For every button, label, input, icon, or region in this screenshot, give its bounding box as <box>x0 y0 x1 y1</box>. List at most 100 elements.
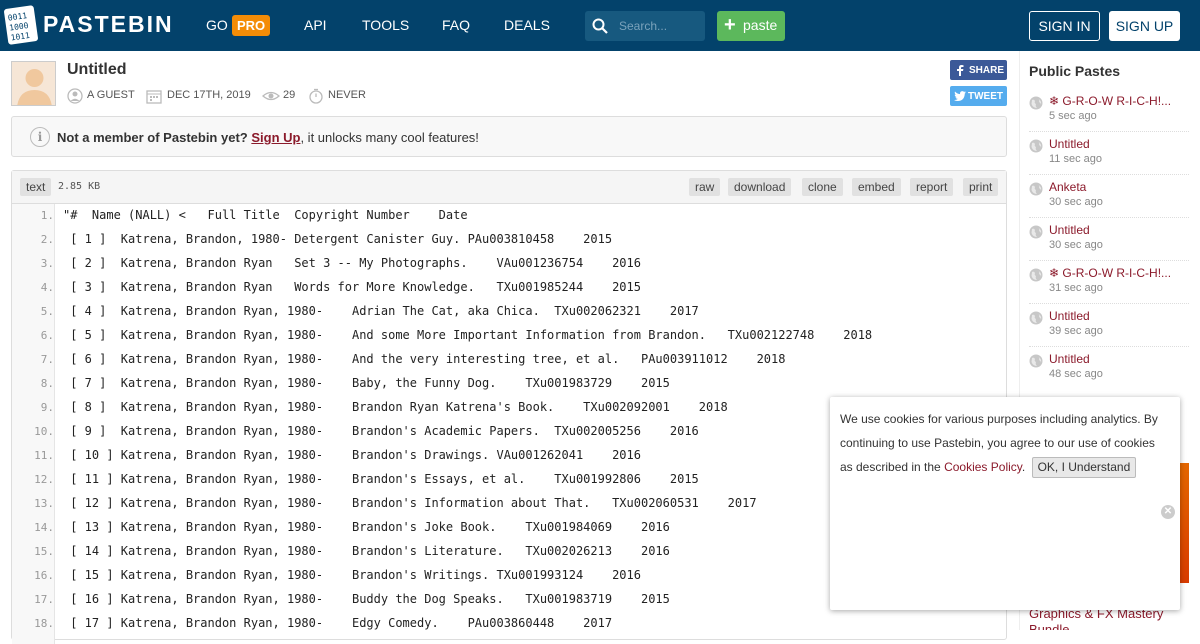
line-number: 13. <box>34 497 54 510</box>
nav-faq[interactable]: FAQ <box>442 17 470 33</box>
print-button[interactable]: print <box>963 178 999 196</box>
line-number: 17. <box>34 593 54 606</box>
code-line: [ 15 ] Katrena, Brandon Ryan, 1980- Bran… <box>63 568 641 582</box>
public-paste-item[interactable]: Untitled 39 sec ago <box>1029 307 1189 350</box>
syntax-tag[interactable]: text <box>20 178 52 196</box>
notice-text: Not a member of Pastebin yet? Sign Up, i… <box>57 130 479 145</box>
list-divider <box>1029 303 1189 304</box>
code-line: [ 7 ] Katrena, Brandon Ryan, 1980- Baby,… <box>63 376 670 390</box>
line-number: 9. <box>40 401 54 414</box>
top-header: 0011 1000 1011 PASTEBIN GO PRO API TOOLS… <box>0 0 1200 51</box>
timer-icon <box>309 88 323 104</box>
search-icon <box>592 18 608 34</box>
public-paste-time: 11 sec ago <box>1049 153 1103 165</box>
code-line: [ 6 ] Katrena, Brandon Ryan, 1980- And t… <box>63 352 786 366</box>
code-toolbar: text 2.85 KB raw download clone embed re… <box>12 171 1006 204</box>
new-paste-button[interactable]: + paste <box>717 11 785 41</box>
user-icon <box>67 88 83 104</box>
public-paste-item[interactable]: Untitled 48 sec ago <box>1029 350 1189 393</box>
line-number: 1. <box>40 209 54 222</box>
nav-pro-badge[interactable]: PRO <box>232 15 271 36</box>
line-number: 18. <box>34 617 54 630</box>
globe-icon <box>1029 96 1043 110</box>
public-paste-time: 30 sec ago <box>1049 239 1103 251</box>
paste-date: DEC 17TH, 2019 <box>167 89 251 101</box>
line-number: 12. <box>34 473 54 486</box>
public-paste-name[interactable]: ❄ G-R-O-W R-I-C-H!... <box>1049 94 1171 108</box>
guest-avatar <box>11 61 56 106</box>
public-paste-name[interactable]: Untitled <box>1049 309 1090 323</box>
brand-name[interactable]: PASTEBIN <box>43 11 174 38</box>
notice-signup-link[interactable]: Sign Up <box>251 130 300 145</box>
embed-button[interactable]: embed <box>852 178 901 196</box>
line-number: 2. <box>40 233 54 246</box>
search-input[interactable]: Search... <box>619 19 667 33</box>
globe-icon <box>1029 311 1043 325</box>
public-paste-item[interactable]: Untitled 11 sec ago <box>1029 135 1189 178</box>
public-paste-item[interactable]: Untitled 30 sec ago <box>1029 221 1189 264</box>
public-paste-name[interactable]: Untitled <box>1049 223 1090 237</box>
code-line: [ 5 ] Katrena, Brandon Ryan, 1980- And s… <box>63 328 873 342</box>
nav-go[interactable]: GO <box>206 17 228 33</box>
public-paste-name[interactable]: ❄ G-R-O-W R-I-C-H!... <box>1049 266 1171 280</box>
code-line: [ 1 ] Katrena, Brandon, 1980- Detergent … <box>63 232 613 246</box>
code-line: [ 16 ] Katrena, Brandon Ryan, 1980- Budd… <box>63 592 670 606</box>
code-line: [ 13 ] Katrena, Brandon Ryan, 1980- Bran… <box>63 520 670 534</box>
notice-prefix: Not a member of Pastebin yet? <box>57 130 248 145</box>
download-button[interactable]: download <box>728 178 792 196</box>
notice-suffix: , it unlocks many cool features! <box>300 130 479 145</box>
line-number: 5. <box>40 305 54 318</box>
line-number: 14. <box>34 521 54 534</box>
nav-tools[interactable]: TOOLS <box>362 17 409 33</box>
code-line: [ 10 ] Katrena, Brandon Ryan, 1980- Bran… <box>63 448 641 462</box>
public-paste-name[interactable]: Untitled <box>1049 137 1090 151</box>
public-paste-name[interactable]: Anketa <box>1049 180 1086 194</box>
twitter-tweet-button[interactable]: TWEET <box>950 86 1007 106</box>
info-icon: i <box>30 127 50 147</box>
public-paste-item[interactable]: ❄ G-R-O-W R-I-C-H!... 5 sec ago <box>1029 92 1189 135</box>
sign-up-button[interactable]: SIGN UP <box>1109 11 1180 41</box>
sign-in-button[interactable]: SIGN IN <box>1029 11 1100 41</box>
facebook-icon <box>957 65 964 76</box>
paste-author[interactable]: A GUEST <box>87 89 135 101</box>
pastebin-logo-icon[interactable]: 0011 1000 1011 <box>4 5 38 45</box>
public-paste-item[interactable]: ❄ G-R-O-W R-I-C-H!... 31 sec ago <box>1029 264 1189 307</box>
plus-icon: + <box>724 14 736 36</box>
nav-deals[interactable]: DEALS <box>504 17 550 33</box>
list-divider <box>1029 131 1189 132</box>
public-paste-name[interactable]: Untitled <box>1049 352 1090 366</box>
globe-icon <box>1029 182 1043 196</box>
share-label: SHARE <box>969 65 1005 76</box>
tweet-label: TWEET <box>968 91 1003 102</box>
search-box[interactable]: Search... <box>585 11 705 41</box>
code-line: [ 17 ] Katrena, Brandon Ryan, 1980- Edgy… <box>63 616 613 630</box>
paste-title: Untitled <box>67 61 127 78</box>
public-paste-item[interactable]: Anketa 30 sec ago <box>1029 178 1189 221</box>
line-number: 3. <box>40 257 54 270</box>
line-number: 6. <box>40 329 54 342</box>
nav-api[interactable]: API <box>304 17 327 33</box>
code-line: [ 8 ] Katrena, Brandon Ryan, 1980- Brand… <box>63 400 728 414</box>
close-icon[interactable]: ✕ <box>1161 505 1175 519</box>
code-line: [ 3 ] Katrena, Brandon Ryan Words for Mo… <box>63 280 641 294</box>
globe-icon <box>1029 225 1043 239</box>
code-line: [ 4 ] Katrena, Brandon Ryan, 1980- Adria… <box>63 304 699 318</box>
facebook-share-button[interactable]: SHARE <box>950 60 1007 80</box>
report-button[interactable]: report <box>910 178 954 196</box>
calendar-icon <box>146 90 162 104</box>
list-divider <box>1029 260 1189 261</box>
code-line: [ 2 ] Katrena, Brandon Ryan Set 3 -- My … <box>63 256 641 270</box>
public-paste-time: 31 sec ago <box>1049 282 1103 294</box>
cookies-policy-link[interactable]: Cookies Policy <box>944 460 1022 474</box>
list-divider <box>1029 346 1189 347</box>
code-line: [ 9 ] Katrena, Brandon Ryan, 1980- Brand… <box>63 424 699 438</box>
cookie-text: We use cookies for various purposes incl… <box>840 407 1170 479</box>
globe-icon <box>1029 354 1043 368</box>
twitter-bird-icon <box>954 91 966 101</box>
raw-button[interactable]: raw <box>689 178 721 196</box>
clone-button[interactable]: clone <box>802 178 843 196</box>
globe-icon <box>1029 139 1043 153</box>
cookie-accept-button[interactable]: OK, I Understand <box>1031 457 1137 478</box>
public-paste-time: 39 sec ago <box>1049 325 1103 337</box>
line-number: 7. <box>40 353 54 366</box>
